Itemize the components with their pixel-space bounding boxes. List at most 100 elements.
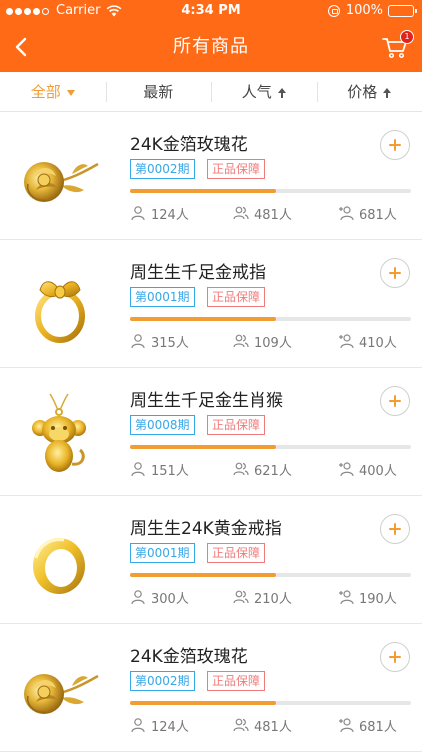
progress-bar (130, 445, 411, 449)
period-tag: 第0002期 (130, 159, 195, 179)
genuine-guarantee-tag: 正品保障 (207, 671, 265, 691)
stat-value: 400人 (359, 460, 397, 479)
progress-fill (130, 189, 276, 193)
tab-label: 人气 (242, 83, 272, 101)
tab-all[interactable]: 全部 (0, 72, 106, 112)
product-item[interactable]: 24K金箔玫瑰花 第0002期 正品保障 124人 481人 681人 (0, 624, 422, 752)
cart-button[interactable]: 1 (380, 32, 410, 62)
tab-newest[interactable]: 最新 (106, 72, 212, 112)
tab-label: 最新 (143, 83, 173, 101)
person-icon (130, 589, 146, 605)
progress-fill (130, 701, 276, 705)
stat-group: 621人 (233, 460, 292, 478)
person-icon (130, 461, 146, 477)
add-person-icon (338, 461, 354, 477)
genuine-guarantee-tag: 正品保障 (207, 543, 265, 563)
product-image[interactable] (14, 518, 104, 608)
person-icon (130, 333, 146, 349)
page-title: 所有商品 (0, 22, 422, 72)
product-list: 24K金箔玫瑰花 第0002期 正品保障 124人 481人 681人 周生生千… (0, 112, 422, 752)
stat-value: 210人 (254, 588, 292, 607)
stat-value: 109人 (254, 332, 292, 351)
add-to-cart-button[interactable] (380, 386, 410, 416)
cart-count-badge: 1 (400, 30, 414, 44)
navigation-bar: 所有商品 1 (0, 22, 422, 72)
stat-added: 400人 (338, 460, 397, 478)
product-item[interactable]: 周生生24K黄金戒指 第0001期 正品保障 300人 210人 190人 (0, 496, 422, 624)
product-image[interactable] (14, 390, 104, 480)
progress-fill (130, 317, 276, 321)
stat-group: 210人 (233, 588, 292, 606)
add-to-cart-button[interactable] (380, 258, 410, 288)
product-name[interactable]: 周生生24K黄金戒指 (130, 514, 282, 539)
dropdown-triangle-icon (67, 90, 75, 96)
stat-group: 481人 (233, 716, 292, 734)
add-person-icon (338, 717, 354, 733)
tab-popularity[interactable]: 人气 (211, 72, 317, 112)
group-icon (233, 333, 249, 349)
stat-group: 109人 (233, 332, 292, 350)
stat-value: 481人 (254, 716, 292, 735)
period-tag: 第0001期 (130, 287, 195, 307)
stat-group: 481人 (233, 204, 292, 222)
stat-added: 681人 (338, 716, 397, 734)
person-icon (130, 205, 146, 221)
stat-participants: 124人 (130, 716, 189, 734)
add-to-cart-button[interactable] (380, 130, 410, 160)
stat-added: 190人 (338, 588, 397, 606)
stat-value: 681人 (359, 204, 397, 223)
progress-fill (130, 445, 276, 449)
genuine-guarantee-tag: 正品保障 (207, 159, 265, 179)
period-tag: 第0008期 (130, 415, 195, 435)
progress-bar (130, 701, 411, 705)
battery-percent: 100% (346, 0, 383, 22)
product-name[interactable]: 24K金箔玫瑰花 (130, 642, 248, 667)
genuine-guarantee-tag: 正品保障 (207, 415, 265, 435)
stat-value: 481人 (254, 204, 292, 223)
progress-fill (130, 573, 276, 577)
stat-participants: 124人 (130, 204, 189, 222)
add-to-cart-button[interactable] (380, 514, 410, 544)
product-name[interactable]: 周生生千足金戒指 (130, 258, 266, 283)
product-name[interactable]: 周生生千足金生肖猴 (130, 386, 283, 411)
stat-value: 410人 (359, 332, 397, 351)
add-person-icon (338, 589, 354, 605)
progress-bar (130, 573, 411, 577)
product-item[interactable]: 24K金箔玫瑰花 第0002期 正品保障 124人 481人 681人 (0, 112, 422, 240)
group-icon (233, 461, 249, 477)
stat-value: 151人 (151, 460, 189, 479)
stat-added: 410人 (338, 332, 397, 350)
stat-value: 315人 (151, 332, 189, 351)
stat-added: 681人 (338, 204, 397, 222)
group-icon (233, 205, 249, 221)
product-item[interactable]: 周生生千足金戒指 第0001期 正品保障 315人 109人 410人 (0, 240, 422, 368)
status-bar: Carrier 4:34 PM 100% (0, 0, 422, 22)
progress-bar (130, 317, 411, 321)
stat-value: 124人 (151, 204, 189, 223)
filter-tabs: 全部 最新 人气 价格 (0, 72, 422, 112)
add-person-icon (338, 205, 354, 221)
product-image[interactable] (14, 134, 104, 224)
product-image[interactable] (14, 646, 104, 736)
tab-label: 全部 (31, 83, 61, 101)
stat-value: 621人 (254, 460, 292, 479)
app-header: Carrier 4:34 PM 100% 所有商品 1 (0, 0, 422, 72)
tab-price[interactable]: 价格 (317, 72, 422, 112)
product-image[interactable] (14, 262, 104, 352)
status-right: 100% (328, 0, 414, 22)
progress-bar (130, 189, 411, 193)
genuine-guarantee-tag: 正品保障 (207, 287, 265, 307)
stat-participants: 300人 (130, 588, 189, 606)
sort-up-arrow-icon (383, 88, 391, 98)
product-item[interactable]: 周生生千足金生肖猴 第0008期 正品保障 151人 621人 400人 (0, 368, 422, 496)
period-tag: 第0001期 (130, 543, 195, 563)
product-name[interactable]: 24K金箔玫瑰花 (130, 130, 248, 155)
add-to-cart-button[interactable] (380, 642, 410, 672)
person-icon (130, 717, 146, 733)
group-icon (233, 589, 249, 605)
group-icon (233, 717, 249, 733)
stat-value: 681人 (359, 716, 397, 735)
stat-value: 124人 (151, 716, 189, 735)
stat-value: 300人 (151, 588, 189, 607)
stat-value: 190人 (359, 588, 397, 607)
